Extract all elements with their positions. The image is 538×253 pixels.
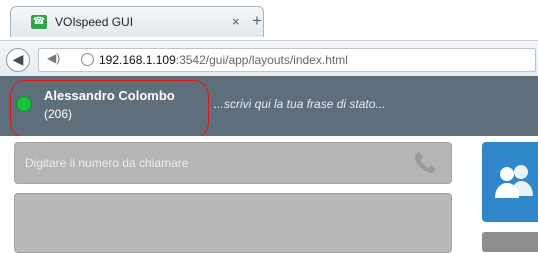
- annotation-highlight: [10, 80, 209, 138]
- dial-number-input[interactable]: Digitare il numero da chiamare: [14, 142, 452, 184]
- back-arrow-icon[interactable]: ◀: [6, 48, 30, 72]
- contacts-button[interactable]: [482, 142, 538, 222]
- speaker-icon: ◀): [47, 51, 61, 65]
- main-area: Digitare il numero da chiamare: [0, 136, 538, 253]
- dial-placeholder: Digitare il numero da chiamare: [25, 156, 189, 170]
- tab-title: VOIspeed GUI: [55, 15, 134, 29]
- url-host: 192.168.1.109: [99, 53, 176, 67]
- url-text: 192.168.1.109:3542/gui/app/layouts/index…: [99, 53, 348, 67]
- close-tab-icon[interactable]: ×: [232, 14, 240, 29]
- contacts-icon: [495, 165, 533, 198]
- address-bar[interactable]: ◀) 192.168.1.109:3542/gui/app/layouts/in…: [38, 48, 536, 72]
- content-panel: [14, 193, 452, 253]
- globe-icon: [81, 53, 94, 66]
- status-message-field[interactable]: ...scrivi qui la tua frase di stato...: [214, 97, 385, 111]
- browser-tab[interactable]: ☎ VOIspeed GUI ×: [10, 6, 264, 37]
- side-button[interactable]: [482, 232, 538, 252]
- new-tab-button[interactable]: +: [252, 12, 262, 29]
- phone-icon: ☎: [31, 15, 47, 29]
- browser-navigation-bar: ◀ ◀) 192.168.1.109:3542/gui/app/layouts/…: [0, 40, 538, 77]
- url-path: :3542/gui/app/layouts/index.html: [175, 53, 348, 67]
- browser-tab-strip: ☎ VOIspeed GUI × +: [0, 0, 538, 40]
- handset-icon[interactable]: [411, 151, 439, 177]
